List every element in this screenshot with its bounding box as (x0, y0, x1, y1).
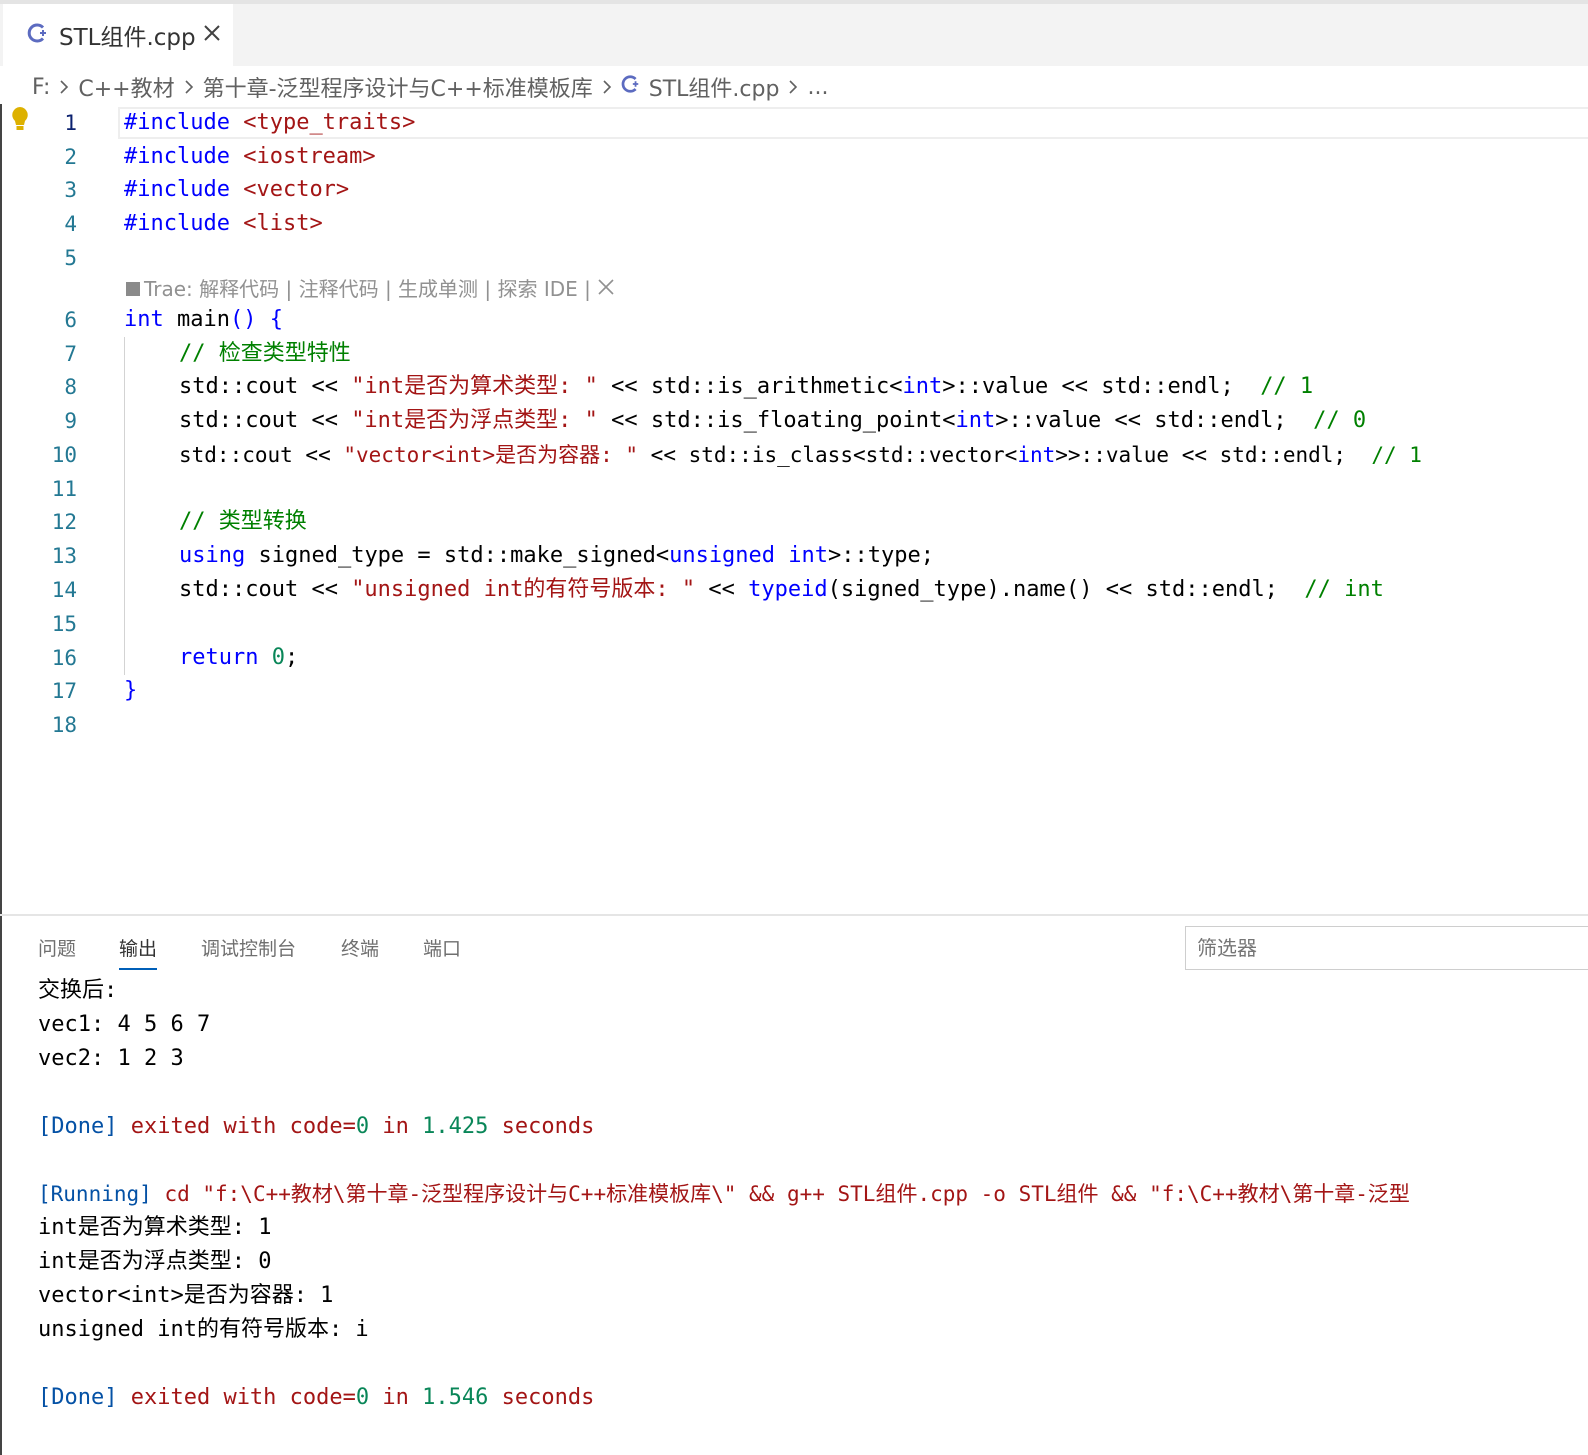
breadcrumb-item-drive[interactable]: F: (32, 75, 50, 100)
output-line: int是否为算术类型: 1 (38, 1215, 272, 1240)
code-line-14: std::cout << "unsigned int的有符号版本: " << t… (179, 577, 1384, 602)
line-number: 12 (51, 510, 77, 534)
output-line: 交换后: (38, 978, 118, 1003)
tab-ports[interactable]: 端口 (423, 934, 461, 968)
line-number: 10 (51, 443, 77, 467)
code-line-4: #include <list> (124, 211, 323, 236)
line-number: 7 (64, 342, 77, 366)
output-line: unsigned int的有符号版本: i (38, 1317, 369, 1342)
breadcrumb-item-file[interactable]: STL组件.cpp (649, 71, 780, 103)
line-number: 14 (51, 578, 77, 602)
chevron-right-icon (602, 79, 612, 95)
chevron-right-icon (788, 79, 798, 95)
line-number: 9 (64, 409, 77, 433)
cpp-file-icon (27, 22, 49, 48)
line-number: 1 (64, 111, 77, 135)
line-number: 2 (64, 145, 77, 169)
close-icon[interactable] (597, 274, 615, 304)
output-line-running: [Running] cd "f:\C++教材\第十章-泛型程序设计与C++标准模… (38, 1182, 1410, 1206)
code-line-16: return 0; (179, 645, 299, 670)
output-line-done: [Done] exited with code=0 in 1.425 secon… (38, 1114, 595, 1139)
code-line-9: std::cout << "int是否为浮点类型: " << std::is_f… (179, 408, 1367, 433)
breadcrumb-item-folder[interactable]: C++教材 (78, 71, 174, 103)
code-line-3: #include <vector> (124, 177, 350, 202)
tab-debug-console[interactable]: 调试控制台 (201, 934, 296, 968)
output-line: vec1: 4 5 6 7 (38, 1012, 211, 1037)
chevron-right-icon (184, 79, 194, 95)
tab-output[interactable]: 输出 (119, 934, 158, 970)
tab-label: STL组件.cpp (59, 25, 196, 51)
editor-tab-strip: STL组件.cpp (0, 4, 1588, 66)
cpp-file-icon (621, 74, 641, 100)
code-line-8: std::cout << "int是否为算术类型: " << std::is_a… (179, 374, 1314, 399)
line-number: 11 (51, 477, 77, 501)
code-line-2: #include <iostream> (124, 144, 376, 169)
line-number: 6 (64, 308, 77, 332)
code-editor[interactable]: 1 2 3 4 5 6 7 8 9 10 11 12 13 14 15 16 1… (0, 104, 1588, 914)
line-number: 17 (51, 679, 77, 703)
code-line-10: std::cout << "vector<int>是否为容器: " << std… (179, 443, 1422, 467)
trae-logo-icon (126, 282, 140, 296)
tab-problems[interactable]: 问题 (38, 934, 76, 968)
line-number: 3 (64, 178, 77, 202)
line-number: 13 (51, 544, 77, 568)
tab-terminal[interactable]: 终端 (341, 934, 379, 968)
indent-guide (124, 337, 125, 675)
close-icon[interactable] (199, 20, 225, 46)
output-line: int是否为浮点类型: 0 (38, 1249, 272, 1274)
trae-codelens[interactable]: Trae: 解释代码 | 注释代码 | 生成单测 | 探索 IDE | (126, 274, 615, 304)
output-line: vec2: 1 2 3 (38, 1046, 184, 1071)
line-number: 18 (51, 713, 77, 737)
output-line: vector<int>是否为容器: 1 (38, 1283, 334, 1308)
filter-input[interactable]: 筛选器 (1185, 926, 1588, 970)
chevron-right-icon (59, 79, 69, 95)
code-line-7: // 检查类型特性 (179, 341, 351, 366)
code-line-17: } (124, 678, 138, 703)
breadcrumb-item-chapter[interactable]: 第十章-泛型程序设计与C++标准模板库 (203, 71, 593, 103)
breadcrumb-item-more[interactable]: ... (807, 75, 828, 100)
line-number: 8 (64, 375, 77, 399)
editor-tab-stl[interactable]: STL组件.cpp (3, 4, 233, 66)
code-line-12: // 类型转换 (179, 509, 307, 534)
codelens-actions[interactable]: Trae: 解释代码 | 注释代码 | 生成单测 | 探索 IDE | (144, 274, 591, 304)
breadcrumb: F: C++教材 第十章-泛型程序设计与C++标准模板库 STL组件.cpp .… (32, 70, 828, 104)
line-number: 5 (64, 246, 77, 270)
code-line-1: #include <type_traits> (124, 110, 416, 135)
line-number: 16 (51, 646, 77, 670)
code-line-13: using signed_type = std::make_signed<uns… (179, 543, 935, 568)
code-line-6: int main() { (124, 307, 283, 332)
line-number: 15 (51, 612, 77, 636)
line-number: 4 (64, 212, 77, 236)
output-line-done: [Done] exited with code=0 in 1.546 secon… (38, 1385, 595, 1410)
